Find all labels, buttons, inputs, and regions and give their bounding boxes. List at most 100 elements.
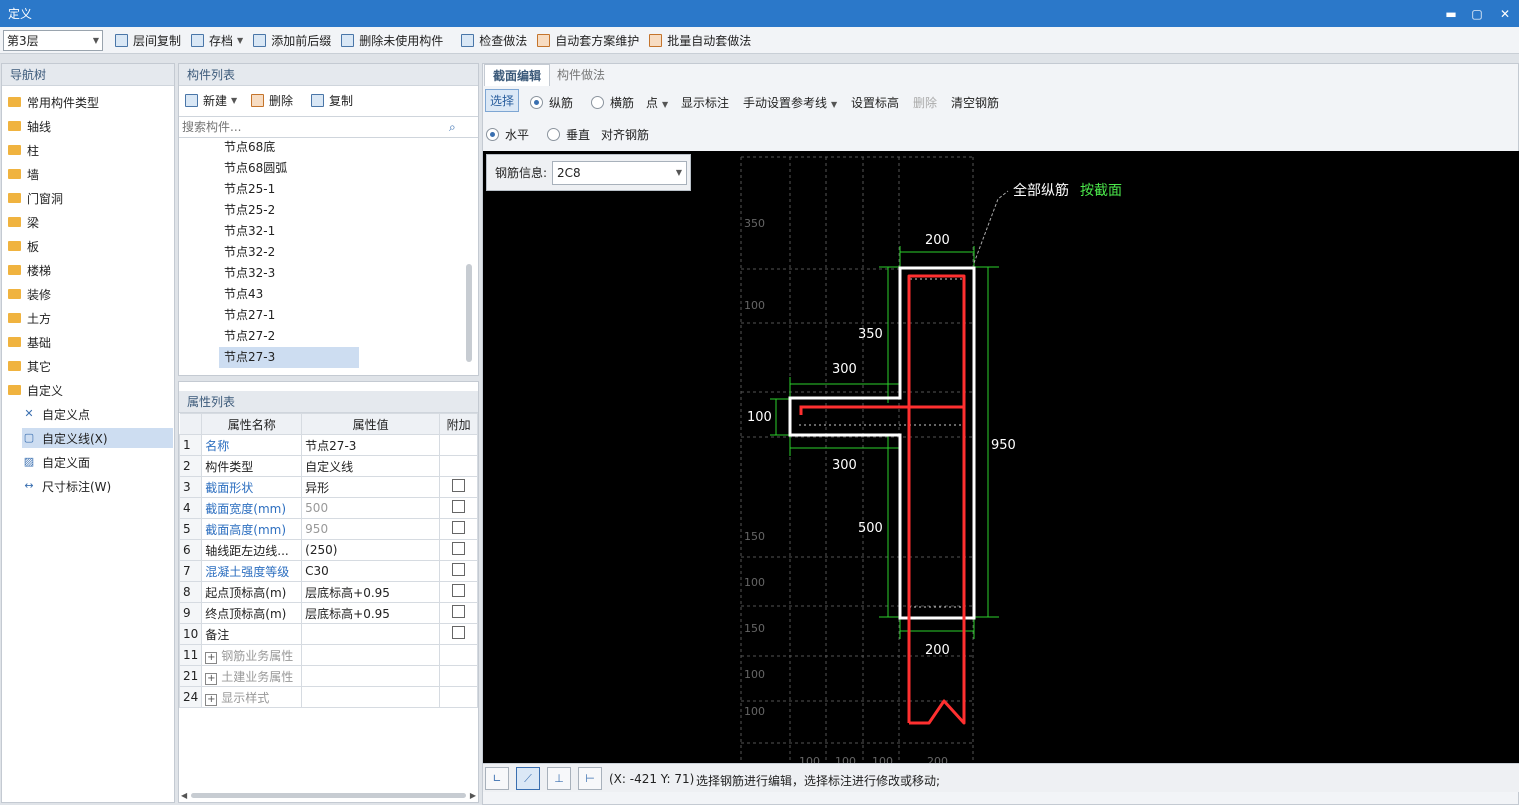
nav-folder-8[interactable]: 装修 [8, 284, 51, 304]
nav-folder-7[interactable]: 楼梯 [8, 260, 51, 280]
chevron-down-icon[interactable]: ▼ [676, 168, 682, 177]
add-prefix-suffix-button[interactable]: 添加前后缀 [253, 32, 331, 49]
dim-label[interactable]: 100 [747, 410, 772, 425]
property-value-cell[interactable]: 自定义线 [301, 455, 441, 477]
select-button[interactable]: 选择 [485, 89, 520, 112]
scroll-left-icon[interactable]: ◀ [181, 791, 187, 800]
list-item[interactable]: 节点27-1 [223, 305, 275, 326]
section-canvas[interactable]: 350 100 150 100 150 100 100 100 100 100 … [483, 151, 1519, 763]
list-item[interactable]: 节点27-3 [219, 347, 359, 368]
property-row[interactable]: 7 混凝土强度等级 C30 [178, 560, 478, 582]
checkbox[interactable] [452, 584, 466, 597]
property-value-cell[interactable]: 层底标高+0.95 [301, 602, 441, 624]
rebar-note-mode[interactable]: 按截面 [1080, 183, 1122, 199]
list-item[interactable]: 节点32-3 [223, 263, 275, 284]
perpendicular-icon[interactable]: ⊥ [547, 767, 571, 790]
checkbox[interactable] [452, 500, 466, 513]
property-value-cell[interactable] [301, 686, 441, 708]
batch-auto-method-button[interactable]: 批量自动套做法 [649, 32, 751, 49]
tab-section-edit[interactable]: 截面编辑 [484, 64, 551, 86]
nav-folder-5[interactable]: 梁 [8, 212, 39, 232]
list-item[interactable]: 节点32-1 [223, 221, 275, 242]
list-item[interactable]: 节点32-2 [223, 242, 275, 263]
maximize-button[interactable]: ▢ [1462, 0, 1492, 27]
search-box[interactable]: ⌕ [179, 116, 478, 138]
dim-label[interactable]: 200 [925, 233, 950, 248]
list-item[interactable]: 节点68底 [223, 137, 275, 158]
delete-rebar-button[interactable]: 删除 [913, 94, 937, 111]
nav-custom-3[interactable]: ↔ 尺寸标注(W) [22, 476, 111, 496]
nav-custom-2[interactable]: ▨ 自定义面 [22, 452, 90, 472]
expand-icon[interactable]: + [205, 651, 218, 664]
long-bar-radio[interactable]: 纵筋 [530, 94, 573, 111]
nav-folder-2[interactable]: 柱 [8, 140, 39, 160]
nav-folder-4[interactable]: 门窗洞 [8, 188, 63, 208]
checkbox[interactable] [452, 626, 466, 639]
copy-button[interactable]: 复制 [311, 92, 353, 109]
nav-folder-9[interactable]: 土方 [8, 308, 51, 328]
branch-rebar[interactable] [799, 405, 964, 415]
property-row[interactable]: 9 终点顶标高(m) 层底标高+0.95 [178, 602, 478, 624]
property-row[interactable]: 2 构件类型 自定义线 [178, 455, 478, 477]
expand-icon[interactable]: + [205, 672, 218, 685]
ortho-mode-icon[interactable]: ∟ [485, 767, 509, 790]
horizontal-radio[interactable]: 水平 [486, 126, 529, 143]
property-value-cell[interactable] [301, 623, 441, 645]
align-rebar-button[interactable]: 对齐钢筋 [601, 126, 649, 143]
property-row[interactable]: 8 起点顶标高(m) 层底标高+0.95 [178, 581, 478, 603]
close-button[interactable]: ✕ [1490, 0, 1519, 27]
delete-button[interactable]: 删除 [251, 92, 293, 109]
nav-custom-0[interactable]: ✕ 自定义点 [22, 404, 90, 424]
nav-folder-10[interactable]: 基础 [8, 332, 51, 352]
set-elevation-button[interactable]: 设置标高 [851, 94, 899, 111]
property-row[interactable]: 21 + 土建业务属性 [178, 665, 478, 687]
property-value-cell[interactable]: 节点27-3 [301, 434, 441, 456]
list-item[interactable]: 节点25-1 [223, 179, 275, 200]
floor-select[interactable]: 第3层 ▼ [3, 29, 103, 51]
property-row[interactable]: 5 截面高度(mm) 950 [178, 518, 478, 540]
check-method-button[interactable]: 检查做法 [461, 32, 527, 49]
property-value-cell[interactable] [301, 644, 441, 666]
tran-bar-radio[interactable]: 横筋 [591, 94, 634, 111]
dim-label[interactable]: 300 [832, 362, 857, 377]
copy-between-floors-button[interactable]: 层间复制 [115, 32, 181, 49]
property-value-cell[interactable]: 层底标高+0.95 [301, 581, 441, 603]
nav-folder-11[interactable]: 其它 [8, 356, 51, 376]
nav-folder-3[interactable]: 墙 [8, 164, 39, 184]
property-value-cell[interactable]: C30 [301, 560, 441, 582]
point-dropdown[interactable]: 点 ▼ [646, 94, 668, 111]
dim-label[interactable]: 300 [832, 458, 857, 473]
new-button[interactable]: 新建 ▼ [185, 92, 237, 109]
auto-scheme-button[interactable]: 自动套方案维护 [537, 32, 639, 49]
checkbox[interactable] [452, 605, 466, 618]
dim-label[interactable]: 500 [858, 521, 883, 536]
dim-label[interactable]: 200 [925, 643, 950, 658]
property-value-cell[interactable]: 500 [301, 497, 441, 519]
checkbox[interactable] [452, 479, 466, 492]
scroll-right-icon[interactable]: ▶ [470, 791, 476, 800]
property-row[interactable]: 3 截面形状 异形 [178, 476, 478, 498]
property-value-cell[interactable] [301, 665, 441, 687]
snap-mode-icon[interactable]: ⟋ [516, 767, 540, 790]
property-row[interactable]: 11 + 钢筋业务属性 [178, 644, 478, 666]
search-icon[interactable]: ⌕ [449, 120, 456, 135]
manual-ref-dropdown[interactable]: 手动设置参考线 ▼ [743, 94, 837, 111]
checkbox[interactable] [452, 521, 466, 534]
nav-folder-12[interactable]: 自定义 [8, 380, 63, 400]
checkbox[interactable] [452, 563, 466, 576]
scroll-thumb[interactable] [191, 792, 466, 798]
clear-rebar-button[interactable]: 清空钢筋 [951, 94, 999, 111]
property-row[interactable]: 4 截面宽度(mm) 500 [178, 497, 478, 519]
search-input[interactable] [179, 120, 449, 134]
dimension-mode-icon[interactable]: ⊢ [578, 767, 602, 790]
expand-icon[interactable]: + [205, 693, 218, 706]
nav-folder-0[interactable]: 常用构件类型 [8, 92, 99, 112]
rebar-info-input[interactable]: 2C8 ▼ [552, 160, 688, 185]
property-row[interactable]: 1 名称 节点27-3 [178, 434, 478, 456]
list-item[interactable]: 节点27-2 [223, 326, 275, 347]
property-row[interactable]: 24 + 显示样式 [178, 686, 478, 708]
list-scrollbar[interactable] [466, 264, 472, 362]
dim-label[interactable]: 950 [991, 438, 1016, 453]
list-item[interactable]: 节点43 [223, 284, 263, 305]
property-row[interactable]: 10 备注 [178, 623, 478, 645]
